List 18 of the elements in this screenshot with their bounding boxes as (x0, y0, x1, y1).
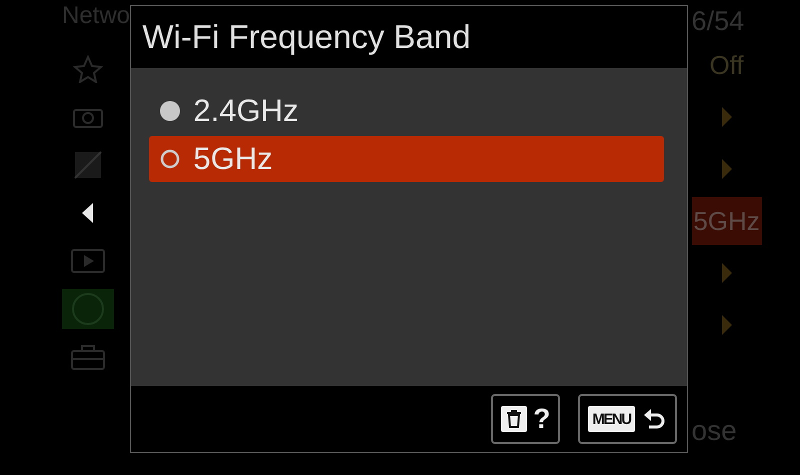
radio-icon (159, 100, 182, 122)
arrow-icon (720, 262, 733, 284)
arrow-icon (720, 106, 733, 128)
arrow-icon (720, 314, 733, 336)
option-item[interactable]: 2.4GHz (149, 88, 664, 134)
star-icon (73, 55, 103, 83)
setting-value: Off (709, 50, 744, 80)
help-button[interactable]: ? (491, 394, 560, 444)
toolbox-icon (70, 343, 106, 371)
setting-value: 5GHz (693, 206, 760, 236)
left-arrow-icon[interactable] (81, 202, 95, 224)
play-icon (70, 248, 106, 274)
arrow-icon (720, 158, 733, 180)
trash-icon (505, 409, 524, 429)
back-button[interactable]: MENU (578, 394, 677, 444)
radio-icon (159, 148, 182, 170)
exposure-icon (74, 151, 102, 179)
option-item[interactable]: 5GHz (149, 136, 664, 182)
